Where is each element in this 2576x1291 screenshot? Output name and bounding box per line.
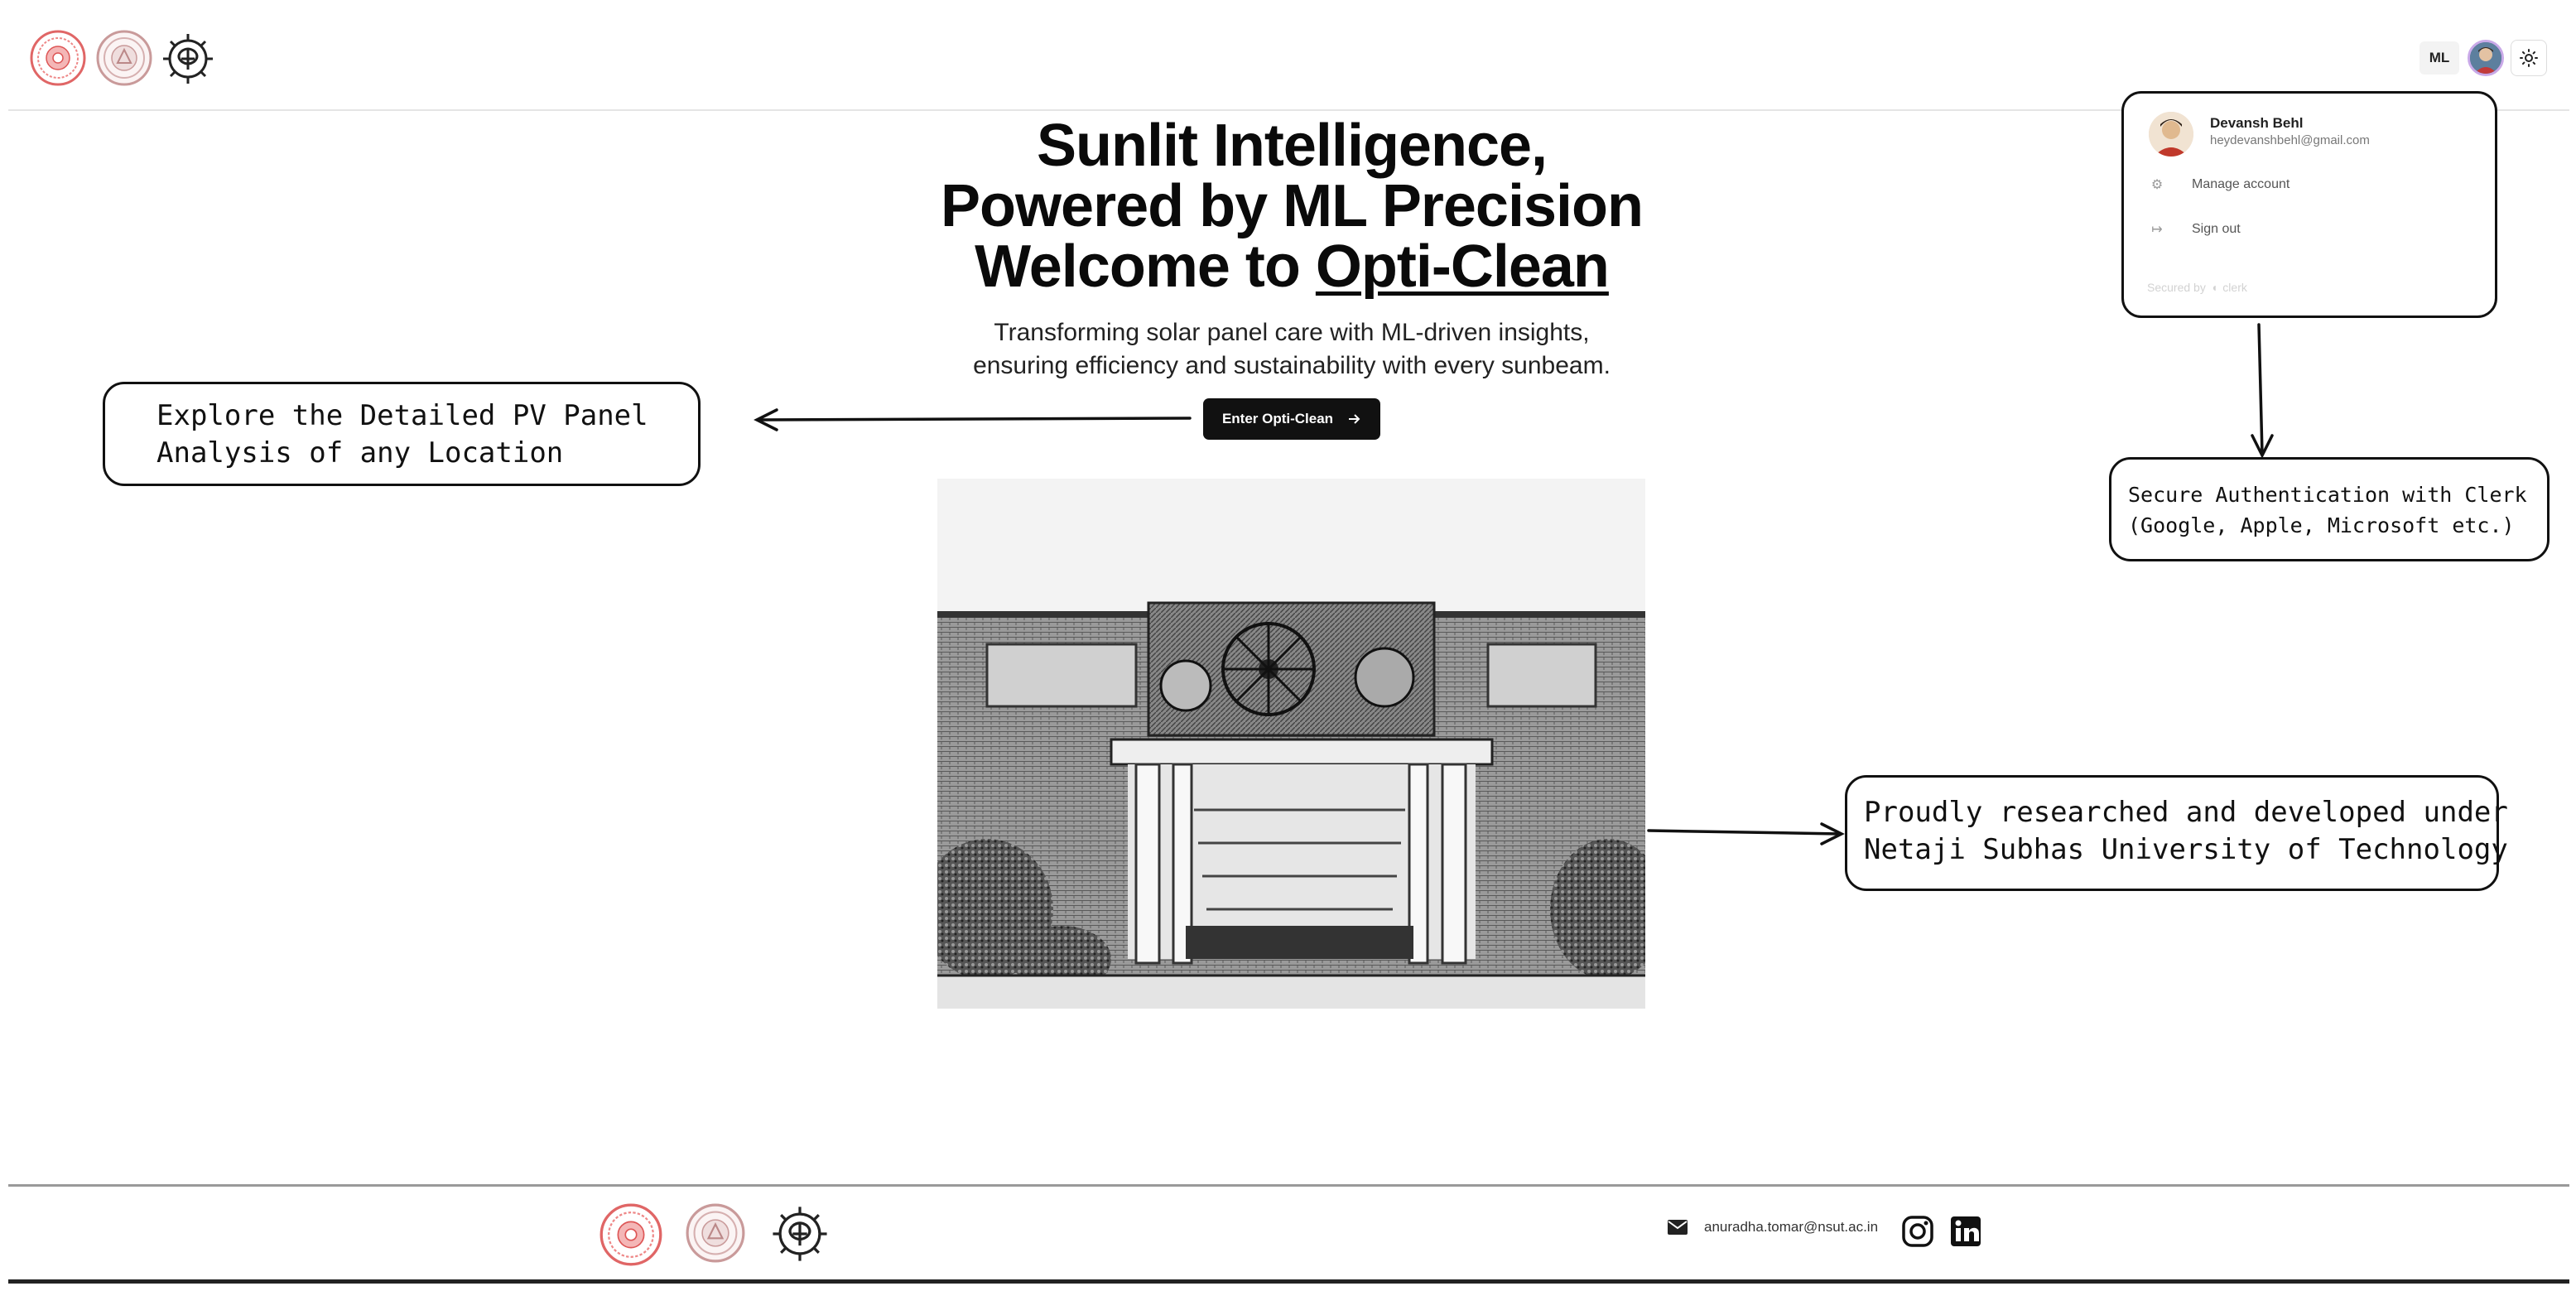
user-avatar-button[interactable] <box>2468 40 2504 76</box>
nsut-seal-icon[interactable] <box>599 1203 662 1266</box>
nsut-callout: Proudly researched and developed under N… <box>1845 775 2508 891</box>
gear-icon: ⚙ <box>2150 178 2164 192</box>
enter-opti-clean-button[interactable]: Enter Opti-Clean <box>1203 398 1380 440</box>
auth-callout: Secure Authentication with Clerk (Google… <box>2109 457 2550 561</box>
secured-by-label: Secured by <box>2147 281 2206 294</box>
callout-line: Proudly researched and developed under <box>1864 796 2508 829</box>
hero-title-prefix: Welcome to <box>975 234 1316 300</box>
avatar <box>2470 42 2501 74</box>
hero-subtitle-line-1: Transforming solar panel care with ML-dr… <box>994 319 1590 346</box>
arrow-to-auth-callout <box>2257 323 2264 455</box>
hero-subtitle-line-2: ensuring efficiency and sustainability w… <box>973 352 1611 379</box>
callout-line: Explore the Detailed PV Panel <box>156 399 648 432</box>
arrow-to-pv-callout <box>757 417 1192 422</box>
hero-title: Sunlit Intelligence, Powered by ML Preci… <box>828 116 1755 297</box>
instagram-icon[interactable] <box>1901 1215 1934 1248</box>
pv-analysis-callout: Explore the Detailed PV Panel Analysis o… <box>103 382 701 486</box>
user-name: Devansh Behl <box>2210 115 2304 131</box>
user-email: heydevanshbehl@gmail.com <box>2210 133 2370 147</box>
clerk-brand: clerk <box>2222 281 2247 294</box>
cta-label: Enter Opti-Clean <box>1221 411 1334 426</box>
ml-gear-brain-icon[interactable] <box>768 1202 831 1265</box>
sun-icon <box>2520 49 2538 67</box>
linkedin-icon[interactable] <box>1949 1215 1982 1248</box>
footer-email: anuradha.tomar@nsut.ac.in <box>1704 1219 1879 1235</box>
brand-name: Opti-Clean <box>1315 234 1610 300</box>
nsut-seal-icon[interactable] <box>30 30 86 86</box>
university-seal-icon[interactable] <box>686 1203 745 1263</box>
callout-line: Secure Authentication with Clerk <box>2128 483 2527 507</box>
ml-badge[interactable]: ML <box>2420 41 2459 75</box>
ml-gear-brain-icon[interactable] <box>159 30 217 88</box>
hero-title-line-2: Powered by ML Precision <box>941 173 1644 239</box>
sign-out-icon: ↦ <box>2151 223 2163 237</box>
sign-out-label: Sign out <box>2192 222 2241 236</box>
user-menu-popover: Devansh Behl heydevanshbehl@gmail.com ⚙ … <box>2121 91 2497 318</box>
arrow-right-icon <box>1349 414 1360 424</box>
footer-divider-bottom <box>8 1279 2569 1284</box>
manage-account-label: Manage account <box>2192 177 2290 191</box>
hero-title-line-1: Sunlit Intelligence, <box>1036 113 1548 179</box>
sign-out-item[interactable]: ↦ Sign out <box>2147 221 2241 238</box>
manage-account-item[interactable]: ⚙ Manage account <box>2147 176 2290 193</box>
university-building-sketch <box>937 479 1645 1009</box>
university-seal-icon[interactable] <box>96 30 152 86</box>
secured-by-clerk[interactable]: Secured by ◖ clerk <box>2147 281 2247 294</box>
hero-title-line-3: Welcome to Opti-Clean <box>828 237 1755 297</box>
callout-line: (Google, Apple, Microsoft etc.) <box>2128 513 2515 537</box>
footer-email-link[interactable]: anuradha.tomar@nsut.ac.in <box>1668 1219 1878 1236</box>
theme-toggle-button[interactable] <box>2511 40 2547 76</box>
clerk-logo-icon: ◖ <box>2210 281 2218 294</box>
callout-line: Analysis of any Location <box>156 436 564 470</box>
popover-avatar <box>2149 112 2193 157</box>
arrow-to-nsut-callout <box>1647 829 1842 836</box>
callout-line: Netaji Subhas University of Technology <box>1864 833 2508 866</box>
footer-divider-top <box>8 1184 2569 1187</box>
hero-subtitle: Transforming solar panel care with ML-dr… <box>828 316 1755 383</box>
mail-icon <box>1668 1220 1688 1235</box>
